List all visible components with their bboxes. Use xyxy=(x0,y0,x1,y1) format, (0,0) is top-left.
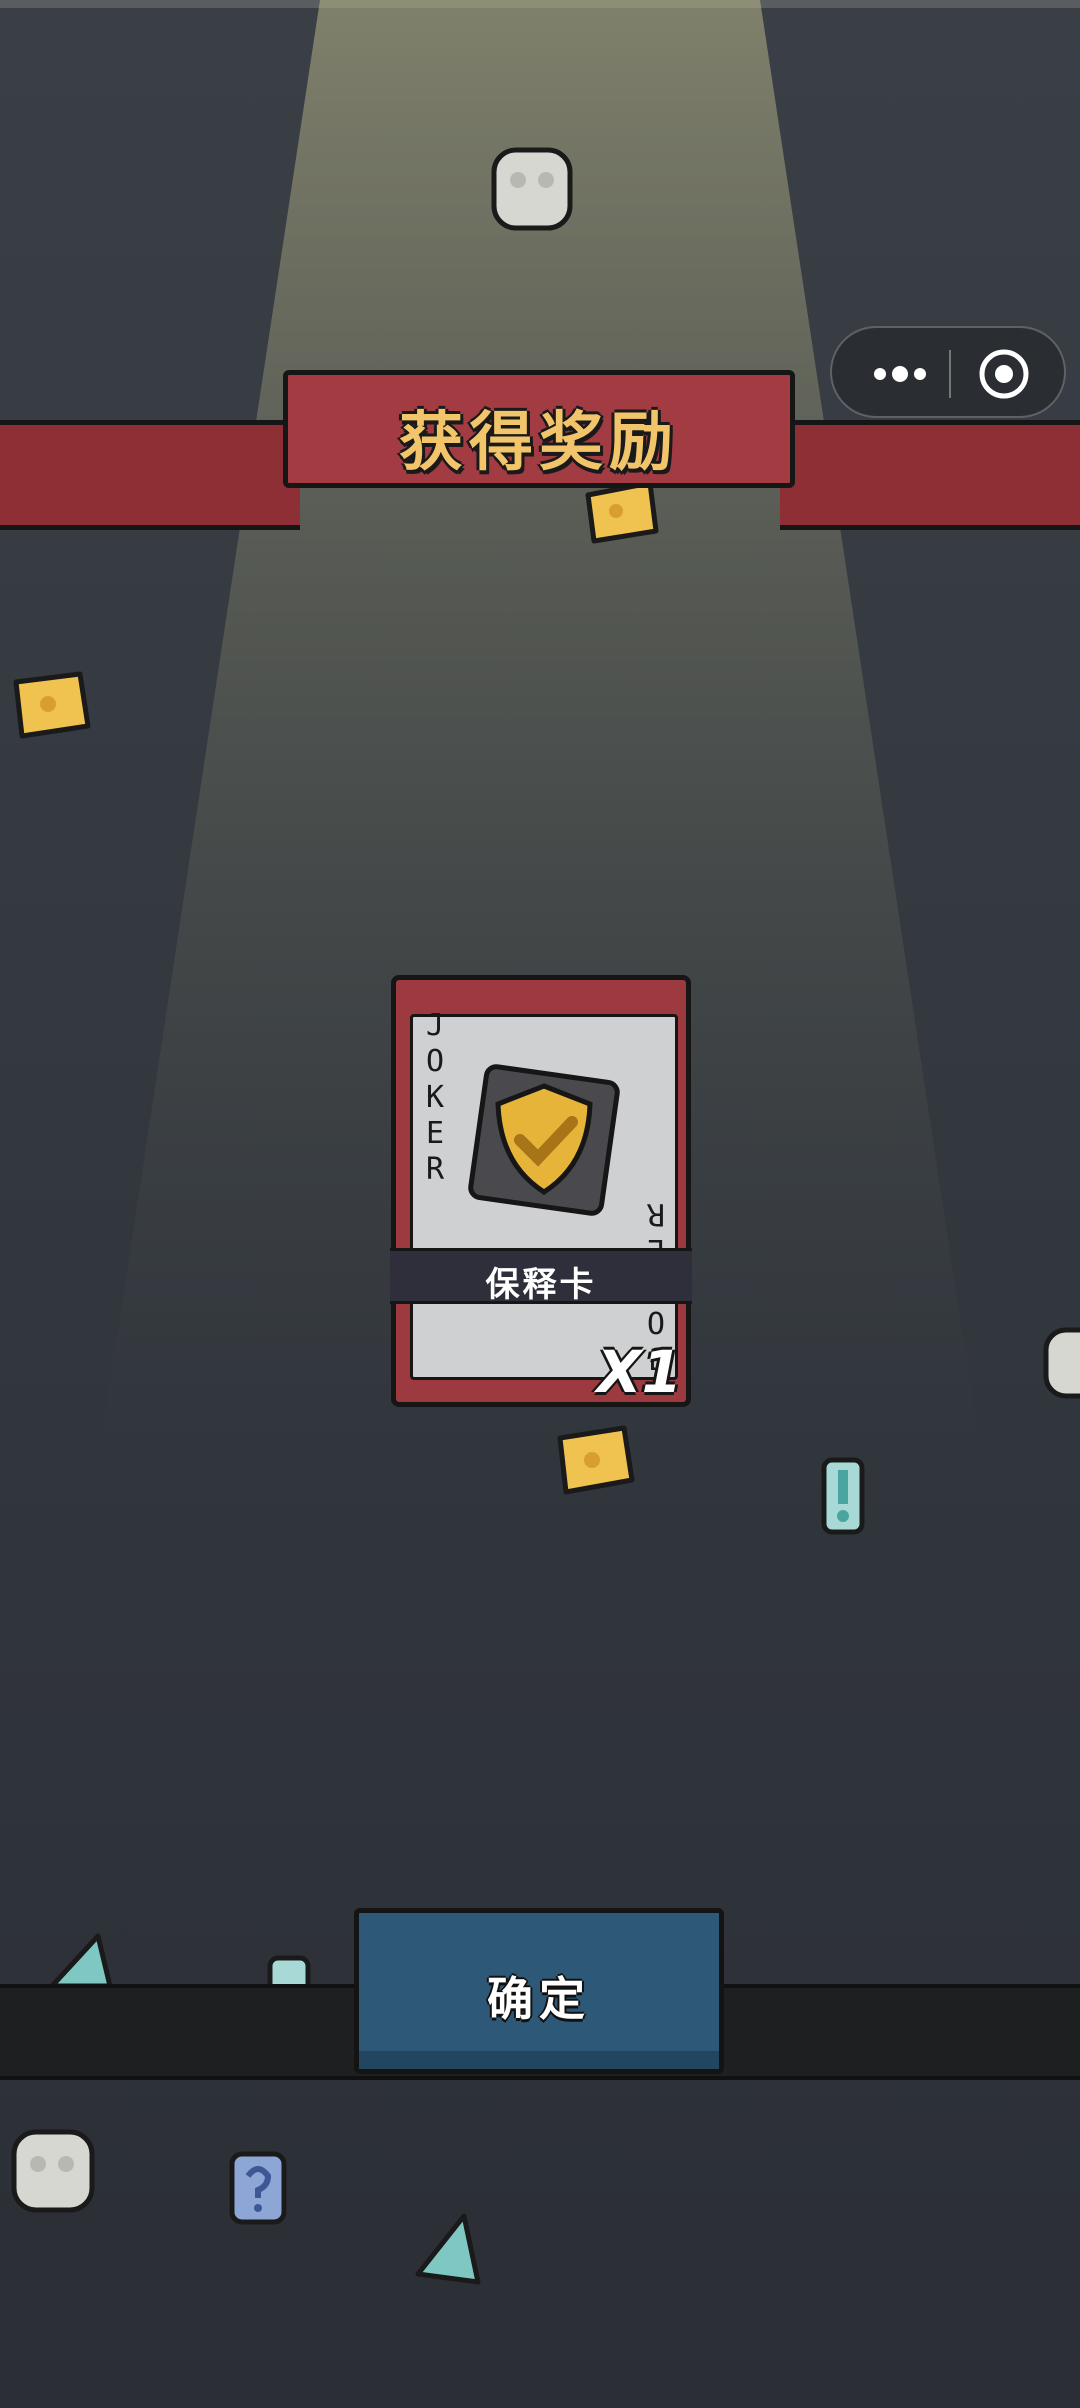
banner-right-tail xyxy=(780,420,1080,530)
banner-left-tail xyxy=(0,420,300,530)
card-label-bar: 保释卡 xyxy=(390,1248,692,1305)
capsule-divider xyxy=(949,350,951,398)
more-dots-icon[interactable] xyxy=(860,346,940,402)
banner-center: 获得奖励 xyxy=(283,370,795,488)
cheese-icon xyxy=(13,671,91,739)
confirm-button[interactable]: 确定 xyxy=(354,1908,724,2074)
mouse-head-icon xyxy=(491,147,573,231)
target-close-icon[interactable] xyxy=(974,346,1034,402)
crystal-icon xyxy=(415,2213,481,2285)
confirm-button-label: 确定 xyxy=(487,1972,591,2026)
cheese-icon xyxy=(557,1425,635,1495)
exclamation-icon xyxy=(821,1457,865,1535)
miniprogram-capsule xyxy=(830,326,1066,418)
card-corner-text: JOKER xyxy=(425,1008,445,1187)
mouse-head-icon xyxy=(1043,1327,1080,1399)
card-name: 保释卡 xyxy=(485,1265,597,1305)
card-quantity: X1 xyxy=(596,1338,682,1406)
question-icon xyxy=(229,2151,287,2225)
gold-shield-check-icon xyxy=(468,1064,620,1216)
status-strip xyxy=(0,0,1080,8)
crystal-icon xyxy=(49,1933,113,1989)
mouse-head-icon xyxy=(11,2129,95,2213)
button-shade xyxy=(359,2051,719,2069)
banner-title: 获得奖励 xyxy=(399,406,679,480)
reward-card: JOKER JOKER 保释卡 X1 xyxy=(390,975,692,1407)
